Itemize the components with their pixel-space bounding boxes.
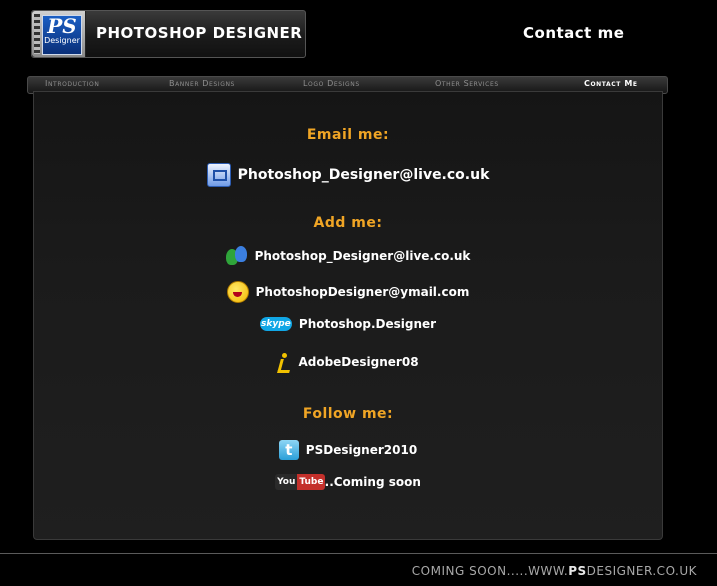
follow-heading: Follow me: (302, 406, 394, 422)
twitter-row[interactable]: t PSDesigner2010 (34, 440, 662, 460)
ps-badge-icon: PS Designer (32, 11, 86, 57)
nav-item-logo-designs[interactable]: Logo Designs (303, 79, 360, 88)
contact-panel: Email me: Photoshop_Designer@live.co.uk … (33, 91, 663, 540)
footer-brand: PS (568, 564, 587, 578)
aim-contact-label[interactable]: AdobeDesigner08 (298, 355, 418, 369)
yahoo-messenger-icon (226, 281, 249, 303)
yahoo-contact-row[interactable]: PhotoshopDesigner@ymail.com (34, 281, 662, 303)
youtube-icon: You Tube (275, 474, 326, 490)
nav-item-other-services[interactable]: Other Services (435, 79, 499, 88)
email-row[interactable]: Photoshop_Designer@live.co.uk (34, 163, 662, 187)
msn-messenger-icon (225, 246, 248, 266)
site-logo[interactable]: PS Designer PHOTOSHOP DESIGNER (31, 10, 306, 58)
msn-contact-label[interactable]: Photoshop_Designer@live.co.uk (255, 249, 471, 263)
mail-icon (206, 163, 231, 187)
skype-contact-row[interactable]: skype Photoshop.Designer (34, 317, 662, 331)
email-address[interactable]: Photoshop_Designer@live.co.uk (238, 167, 490, 183)
youtube-label: ...Coming soon (320, 475, 421, 489)
skype-icon: skype (259, 317, 292, 331)
add-heading: Add me: (313, 215, 383, 231)
ps-badge-subtext: Designer (44, 36, 80, 45)
footer-divider (0, 553, 717, 554)
youtube-row[interactable]: You Tube ...Coming soon (34, 474, 662, 490)
email-heading: Email me: (306, 127, 390, 143)
nav-item-banner-designs[interactable]: Banner Designs (169, 79, 235, 88)
aim-contact-row[interactable]: AdobeDesigner08 (34, 353, 662, 371)
skype-contact-label[interactable]: Photoshop.Designer (299, 317, 436, 331)
logo-title: PHOTOSHOP DESIGNER (96, 24, 303, 42)
twitter-icon: t (278, 440, 299, 460)
twitter-label[interactable]: PSDesigner2010 (306, 443, 417, 457)
ps-badge-text: PS (47, 14, 77, 38)
footer-text: COMING SOON.....WWW.PSDESIGNER.CO.UK (412, 564, 697, 578)
msn-contact-row[interactable]: Photoshop_Designer@live.co.uk (34, 246, 662, 266)
header-contact-link[interactable]: Contact me (523, 24, 624, 42)
film-strip-icon (34, 14, 40, 54)
nav-item-contact-me[interactable]: Contact Me (584, 79, 638, 88)
aim-icon (277, 353, 291, 371)
ps-badge: PS Designer (42, 15, 82, 55)
footer-prefix: COMING SOON.....WWW. (411, 564, 569, 578)
yahoo-contact-label[interactable]: PhotoshopDesigner@ymail.com (256, 285, 470, 299)
nav-item-introduction[interactable]: Introduction (45, 79, 99, 88)
footer-suffix: DESIGNER.CO.UK (586, 564, 697, 578)
